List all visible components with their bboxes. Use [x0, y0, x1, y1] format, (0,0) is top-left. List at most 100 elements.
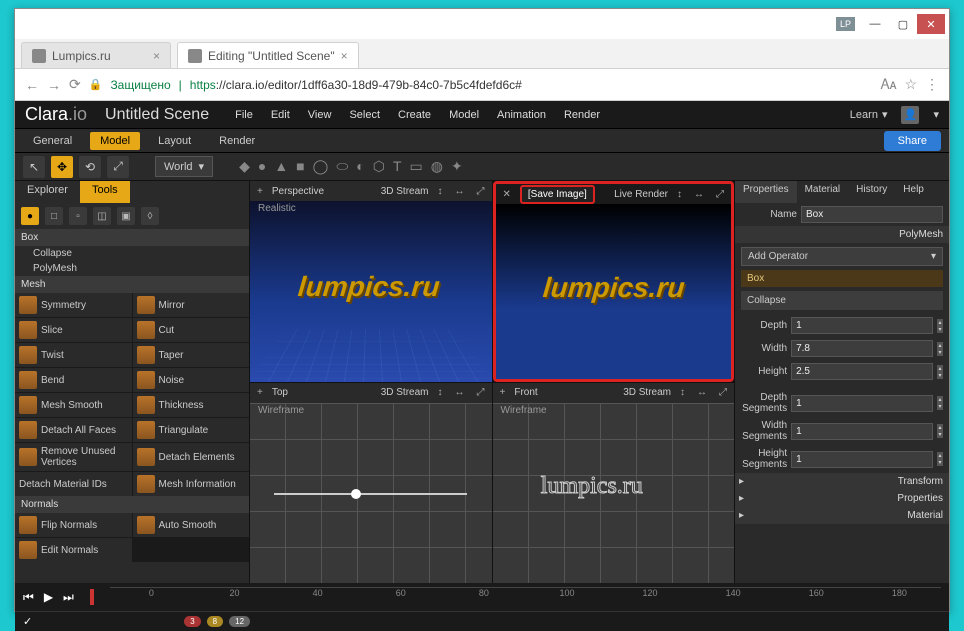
height-spinner[interactable]: ▴▾	[937, 365, 943, 379]
user-icon[interactable]: 👤	[901, 106, 919, 124]
tool-mesh-information[interactable]: Mesh Information	[133, 472, 250, 496]
maximize-button[interactable]: ▢	[889, 14, 917, 34]
learn-menu[interactable]: Learn▾	[850, 108, 888, 121]
height-seg-input[interactable]	[791, 451, 933, 468]
tool-detach-faces[interactable]: Detach All Faces	[15, 418, 132, 442]
section-properties[interactable]: ▸Properties	[735, 490, 949, 507]
depth-spinner[interactable]: ▴▾	[937, 319, 943, 333]
collapse-button[interactable]: Collapse	[741, 291, 943, 310]
text-tool-icon[interactable]: T	[393, 158, 402, 175]
vp-resize-icon[interactable]: ↕	[674, 189, 685, 200]
status-pill-error[interactable]: 3	[184, 616, 200, 627]
tree-polymesh[interactable]: PolyMesh	[15, 261, 249, 276]
nav-reload-icon[interactable]: ⟳	[69, 76, 81, 93]
name-input[interactable]	[801, 206, 943, 223]
shape-icon[interactable]: ■	[296, 158, 304, 175]
shape-icon[interactable]: ⬡	[373, 158, 385, 175]
tool-flip-normals[interactable]: Flip Normals	[15, 513, 132, 537]
playhead-icon[interactable]	[90, 589, 94, 605]
timeline-first-button[interactable]: ⏮	[23, 590, 34, 605]
vp-mode[interactable]: 3D Stream	[381, 387, 429, 398]
mode-icon[interactable]: ▫	[69, 207, 87, 225]
tool-bend[interactable]: Bend	[15, 368, 132, 392]
tool-mesh-smooth[interactable]: Mesh Smooth	[15, 393, 132, 417]
mode-icon[interactable]: ◊	[141, 207, 159, 225]
tool-rotate[interactable]: ⟲	[79, 156, 101, 178]
shape-icon[interactable]: ▲	[274, 158, 288, 175]
section-transform[interactable]: ▸Transform	[735, 473, 949, 490]
tool-detach-elements[interactable]: Detach Elements	[133, 443, 250, 471]
tool-twist[interactable]: Twist	[15, 343, 132, 367]
tool-remove-vertices[interactable]: Remove Unused Vertices	[15, 443, 132, 471]
vp-expand-icon[interactable]: ⤢	[713, 189, 727, 200]
vp-resize-icon[interactable]: ↔	[452, 387, 468, 398]
vp-close-icon[interactable]: ✕	[500, 189, 514, 200]
vp-resize-icon[interactable]: ↕	[435, 387, 446, 398]
vp-live-render[interactable]: Live Render	[614, 189, 668, 200]
menu-create[interactable]: Create	[398, 109, 431, 121]
tool-thickness[interactable]: Thickness	[133, 393, 250, 417]
mode-icon[interactable]: ▣	[117, 207, 135, 225]
vp-expand-icon[interactable]: ⤢	[474, 387, 488, 398]
tool-taper[interactable]: Taper	[133, 343, 250, 367]
right-tab-help[interactable]: Help	[895, 181, 932, 203]
width-seg-input[interactable]	[791, 423, 933, 440]
vp-resize-icon[interactable]: ↔	[452, 186, 468, 197]
depth-input[interactable]	[791, 317, 933, 334]
left-tab-explorer[interactable]: Explorer	[15, 181, 80, 203]
nav-forward-icon[interactable]: →	[47, 77, 61, 93]
right-tab-properties[interactable]: Properties	[735, 181, 797, 203]
vp-resize-icon[interactable]: ↔	[694, 387, 710, 398]
width-spinner[interactable]: ▴▾	[937, 342, 943, 356]
shape-icon[interactable]: ✦	[451, 158, 463, 175]
translate-icon[interactable]: 🗛	[881, 76, 897, 93]
vp-expand-icon[interactable]: ⤢	[716, 387, 730, 398]
shape-icon[interactable]: ▭	[410, 158, 423, 175]
vp-resize-icon[interactable]: ↔	[691, 189, 707, 200]
vp-add-icon[interactable]: +	[497, 387, 509, 398]
tab-editing[interactable]: Editing "Untitled Scene" ×	[177, 42, 359, 68]
tool-move[interactable]: ✥	[51, 156, 73, 178]
tool-detach-material-ids[interactable]: Detach Material IDs	[15, 472, 132, 496]
depth-seg-spinner[interactable]: ▴▾	[937, 396, 943, 410]
status-pill-warning[interactable]: 8	[207, 616, 223, 627]
share-button[interactable]: Share	[884, 131, 941, 151]
vp-expand-icon[interactable]: ⤢	[474, 186, 488, 197]
shape-icon[interactable]: ◍	[431, 158, 443, 175]
viewport-render[interactable]: ✕ [Save Image] Live Render ↕ ↔ ⤢ lumpics…	[493, 181, 735, 382]
tab-lumpics[interactable]: Lumpics.ru ×	[21, 42, 171, 68]
menu-model[interactable]: Model	[449, 109, 479, 121]
sec-tab-layout[interactable]: Layout	[148, 132, 201, 150]
viewport-perspective[interactable]: + Perspective 3D Stream ↕ ↔ ⤢ Realistic …	[250, 181, 492, 382]
tool-cut[interactable]: Cut	[133, 318, 250, 342]
tool-auto-smooth[interactable]: Auto Smooth	[133, 513, 250, 537]
sec-tab-render[interactable]: Render	[209, 132, 265, 150]
menu-edit[interactable]: Edit	[271, 109, 290, 121]
height-seg-spinner[interactable]: ▴▾	[937, 452, 943, 466]
mode-icon[interactable]: ◫	[93, 207, 111, 225]
shape-icon[interactable]: ◆	[239, 158, 250, 175]
tool-slice[interactable]: Slice	[15, 318, 132, 342]
shape-icon[interactable]: ◐	[356, 158, 364, 175]
shape-icon[interactable]: ●	[258, 158, 266, 175]
menu-animation[interactable]: Animation	[497, 109, 546, 121]
mode-icon[interactable]: ●	[21, 207, 39, 225]
timeline-last-button[interactable]: ⏭	[63, 590, 74, 605]
width-input[interactable]	[791, 340, 933, 357]
tab-close-icon[interactable]: ×	[153, 49, 160, 63]
operator-item-box[interactable]: Box	[741, 270, 943, 287]
vp-resize-icon[interactable]: ↕	[677, 387, 688, 398]
width-seg-spinner[interactable]: ▴▾	[937, 424, 943, 438]
url-field[interactable]: https://clara.io/editor/1dff6a30-18d9-47…	[190, 78, 873, 92]
vp-mode[interactable]: 3D Stream	[623, 387, 671, 398]
tool-edit-normals[interactable]: Edit Normals	[15, 538, 132, 562]
vp-mode[interactable]: 3D Stream	[381, 186, 429, 197]
timeline-ruler[interactable]: 0 20 40 60 80 100 120 140 160 180	[110, 587, 941, 607]
viewport-front[interactable]: + Front 3D Stream ↕ ↔ ⤢ Wireframe lumpic…	[493, 383, 735, 584]
shape-icon[interactable]: ◯	[313, 158, 329, 175]
viewport-top[interactable]: + Top 3D Stream ↕ ↔ ⤢ Wireframe	[250, 383, 492, 584]
height-input[interactable]	[791, 363, 933, 380]
tool-mirror[interactable]: Mirror	[133, 293, 250, 317]
add-operator-select[interactable]: Add Operator▾	[741, 247, 943, 266]
tab-close-icon[interactable]: ×	[341, 49, 348, 63]
